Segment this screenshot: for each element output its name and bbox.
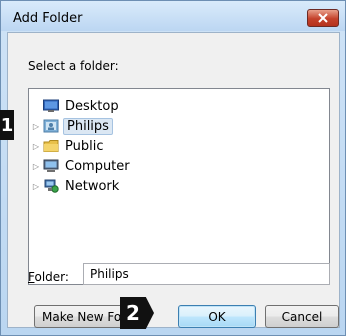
folder-field[interactable] [83,263,330,285]
select-folder-prompt: Select a folder: [28,59,119,73]
make-new-folder-button[interactable]: Make New Folder [34,305,130,328]
tree-item-desktop[interactable]: Desktop [31,97,121,115]
dialog-body: Select a folder: Desktop ▷ Philips ▷ Pub… [7,32,340,328]
user-folder-icon [43,119,59,133]
network-icon [44,179,59,193]
close-button[interactable] [307,9,339,27]
tree-item-philips[interactable]: ▷ Philips [31,117,113,135]
tree-item-network[interactable]: ▷ Network [31,177,121,195]
desktop-icon [43,99,59,112]
folder-field-label: Folder: [28,270,69,284]
step-marker-1: 1 [0,110,14,140]
expand-arrow-icon[interactable]: ▷ [31,142,41,151]
tree-item-computer[interactable]: ▷ Computer [31,157,132,175]
computer-icon [43,159,59,172]
add-folder-dialog: Add Folder Select a folder: Desktop ▷ Ph… [0,0,346,336]
tree-item-public[interactable]: ▷ Public [31,137,105,155]
expand-arrow-icon[interactable]: ▷ [31,122,41,131]
ok-button[interactable]: OK [178,305,256,328]
cancel-button[interactable]: Cancel [265,305,339,328]
title-bar[interactable]: Add Folder [1,1,345,31]
folder-tree[interactable]: Desktop ▷ Philips ▷ Public ▷ Computer ▷ … [28,88,330,285]
expand-arrow-icon[interactable]: ▷ [31,162,41,171]
expand-arrow-icon[interactable]: ▷ [31,182,41,191]
folder-icon [43,140,59,152]
close-icon [318,13,328,23]
window-title: Add Folder [13,11,83,26]
